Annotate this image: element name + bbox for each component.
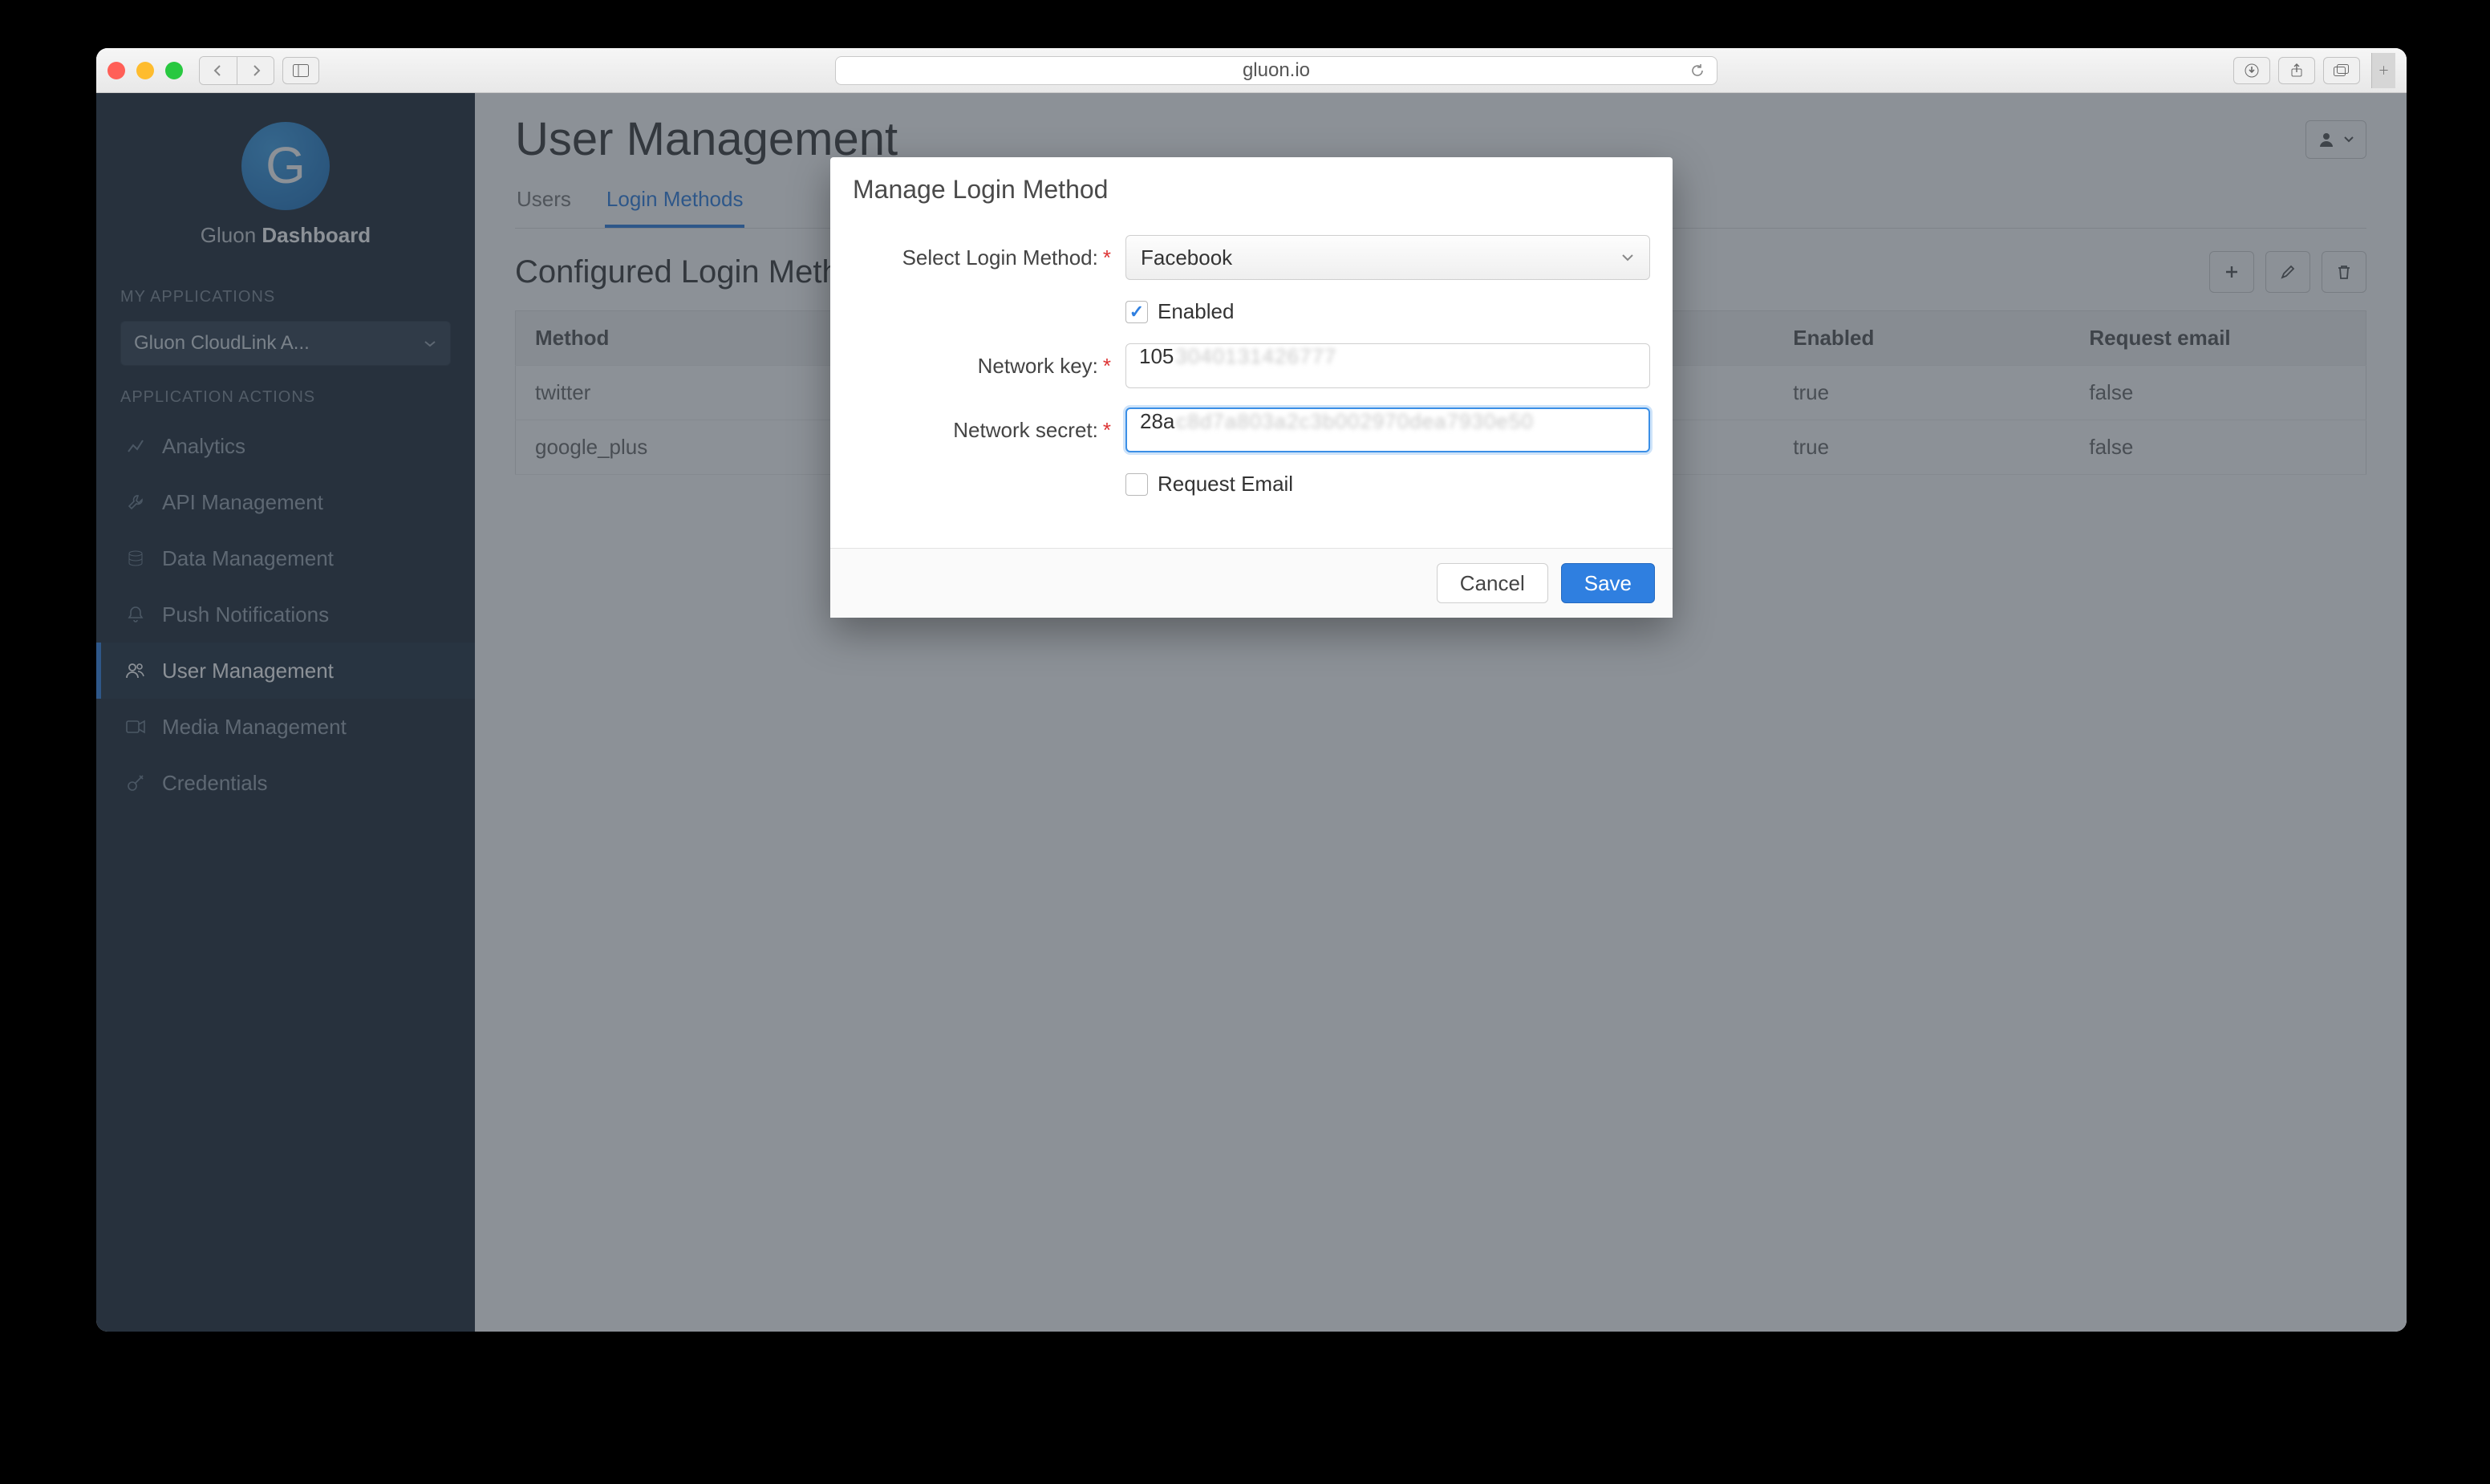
network-key-input[interactable]: 1053040131426777: [1125, 343, 1650, 388]
downloads-button[interactable]: [2233, 57, 2270, 84]
url-bar[interactable]: gluon.io: [835, 56, 1717, 85]
modal-overlay[interactable]: Manage Login Method Select Login Method:…: [96, 93, 2407, 1332]
save-button[interactable]: Save: [1561, 563, 1655, 603]
network-secret-value: 28a: [1140, 409, 1174, 433]
enabled-checkbox[interactable]: [1125, 301, 1148, 323]
safari-toolbar: gluon.io ＋: [96, 48, 2407, 93]
browser-window: gluon.io ＋: [96, 48, 2407, 1332]
request-email-label: Request Email: [1158, 472, 1293, 497]
sidebar-toggle-button[interactable]: [282, 57, 319, 84]
url-text: gluon.io: [1243, 59, 1310, 82]
manage-login-method-dialog: Manage Login Method Select Login Method:…: [830, 157, 1673, 618]
label-select-login-method: Select Login Method:*: [853, 245, 1125, 270]
tabs-button[interactable]: [2323, 57, 2360, 84]
new-tab-button[interactable]: ＋: [2371, 53, 2395, 88]
forward-button[interactable]: [237, 57, 274, 84]
dialog-title: Manage Login Method: [830, 157, 1673, 219]
window-traffic-lights: [107, 62, 183, 79]
reload-icon[interactable]: [1689, 63, 1705, 79]
nav-buttons: [199, 56, 274, 85]
redacted-text: c8d7a803a2c3b002970dea7930e50: [1176, 409, 1533, 433]
network-secret-input[interactable]: 28ac8d7a803a2c3b002970dea7930e50: [1125, 407, 1650, 452]
label-network-secret: Network secret:*: [853, 418, 1125, 443]
login-method-selected: Facebook: [1141, 245, 1232, 270]
app-content: G Gluon Dashboard MY APPLICATIONS Gluon …: [96, 93, 2407, 1332]
enabled-label: Enabled: [1158, 299, 1234, 324]
cancel-button[interactable]: Cancel: [1437, 563, 1548, 603]
chevron-down-icon: [1620, 252, 1635, 263]
close-window-button[interactable]: [107, 62, 125, 79]
label-network-key: Network key:*: [853, 354, 1125, 379]
fullscreen-window-button[interactable]: [165, 62, 183, 79]
request-email-checkbox[interactable]: [1125, 473, 1148, 496]
redacted-text: 3040131426777: [1175, 344, 1336, 368]
minimize-window-button[interactable]: [136, 62, 154, 79]
back-button[interactable]: [200, 57, 237, 84]
network-key-value: 105: [1139, 344, 1174, 368]
share-button[interactable]: [2278, 57, 2315, 84]
login-method-select[interactable]: Facebook: [1125, 235, 1650, 280]
toolbar-right: ＋: [2233, 53, 2395, 88]
